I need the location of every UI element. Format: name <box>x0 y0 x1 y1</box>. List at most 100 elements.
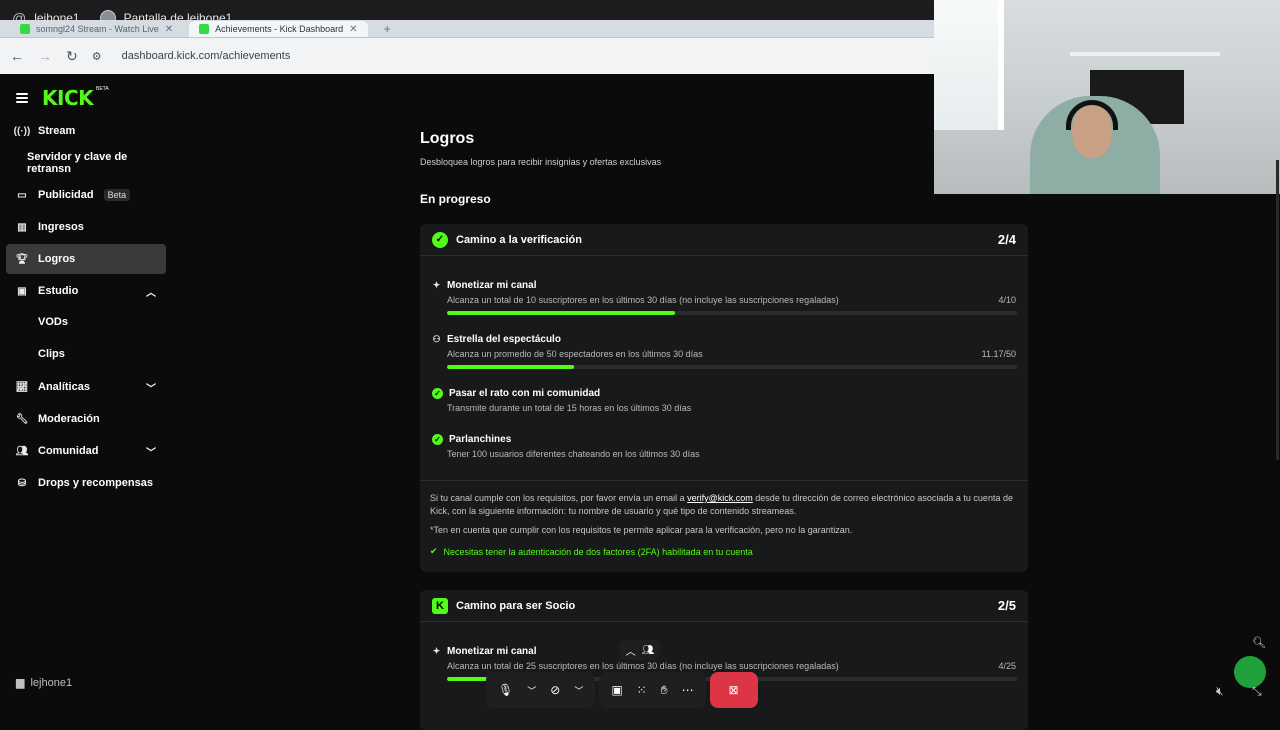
kick-logo[interactable]: KICK <box>42 86 94 110</box>
url-bar: ← → ↻ ⚙ dashboard.kick.com/achievements <box>0 38 934 74</box>
site-info-icon[interactable]: ⚙ <box>92 50 102 63</box>
shrink-icon[interactable]: ⤡ <box>1252 684 1262 699</box>
more-icon[interactable]: ⋯ <box>682 683 694 697</box>
progress-fill <box>447 311 675 315</box>
sidebar-item-achievements[interactable]: 🏆︎ Logros <box>6 244 166 274</box>
apps-icon[interactable]: ⁙ <box>637 683 647 697</box>
tab-label: somngl24 Stream - Watch Live <box>36 24 159 34</box>
achievement-progress: 11.17/50 <box>981 349 1016 359</box>
verify-email-link[interactable]: verify@kick.com <box>687 493 753 503</box>
tab-achievements[interactable]: Achievements - Kick Dashboard ✕ <box>189 21 368 37</box>
beta-badge: Beta <box>103 189 131 201</box>
chevron-down-icon[interactable]: ﹀ <box>574 684 583 697</box>
tab-strip: somngl24 Stream - Watch Live ✕ Achieveme… <box>0 20 934 38</box>
sparkle-icon: ✦ <box>432 646 441 656</box>
sidebar-item-community[interactable]: 👥︎ Comunidad ﹀ <box>6 436 166 466</box>
screen-share-icon[interactable]: ▣ <box>611 683 622 697</box>
broadcast-icon: ((·)) <box>13 125 31 137</box>
achievement-title: Estrella del espectáculo <box>447 334 561 345</box>
sidebar-item-label: Comunidad <box>38 445 99 457</box>
sidebar-item-label: Logros <box>38 253 76 265</box>
sidebar-item-vods[interactable]: VODs <box>38 316 68 328</box>
card-verification: ✓ Camino a la verificación 2/4 ✦ Monetiza… <box>420 224 1028 572</box>
sidebar-user[interactable]: ▆ lejhone1 <box>16 676 72 690</box>
sidebar-item-studio[interactable]: ▣ Estudio ︿ <box>6 276 166 306</box>
achievement-item: ✓ Pasar el rato con mi comunidad Transmit… <box>432 388 1016 413</box>
webcam-shelf <box>1070 52 1220 56</box>
sidebar-item-drops[interactable]: ⛁ Drops y recompensas <box>6 468 166 498</box>
wrench-icon: 🔧︎ <box>15 413 29 425</box>
close-icon[interactable]: ✕ <box>165 24 173 35</box>
sidebar-item-ads[interactable]: ▭ Publicidad Beta <box>6 180 166 210</box>
chevron-down-icon[interactable]: ﹀ <box>146 444 156 459</box>
speaker-muted-icon[interactable]: 🔇︎ <box>1216 684 1224 699</box>
achievement-title: Monetizar mi canal <box>447 646 537 657</box>
chevron-up-icon: ︿ <box>625 646 636 658</box>
address-field[interactable]: dashboard.kick.com/achievements <box>122 50 291 62</box>
reload-icon[interactable]: ↻ <box>66 48 78 65</box>
people-icon: 👥︎ <box>641 644 655 656</box>
sidebar-item-server-key[interactable]: Servidor y clave de retransn <box>6 148 166 178</box>
chevron-up-icon[interactable]: ︿ <box>146 284 156 299</box>
participants-toggle[interactable]: ︿ 👥︎ <box>620 640 660 660</box>
achievement-title: Monetizar mi canal <box>447 280 537 291</box>
sparkle-icon: ✦ <box>432 280 441 290</box>
sidebar-item-revenue[interactable]: ▥ Ingresos <box>6 212 166 242</box>
verification-note: Si tu canal cumple con los requisitos, p… <box>430 492 1020 518</box>
reactions-icon[interactable]: ✋︎ <box>661 683 668 698</box>
twofa-text: Necesitas tener la autenticación de dos … <box>443 546 753 557</box>
card-title: Camino a la verificación <box>456 233 582 246</box>
chevron-down-icon[interactable]: ﹀ <box>527 684 536 697</box>
tab-stream[interactable]: somngl24 Stream - Watch Live ✕ <box>10 21 183 37</box>
trophy-icon: 🏆︎ <box>15 253 29 265</box>
achievement-title: Pasar el rato con mi comunidad <box>449 388 601 399</box>
achievement-desc: Alcanza un total de 10 suscriptores en l… <box>447 295 839 305</box>
user-icon: ▆ <box>16 677 25 689</box>
sidebar-item-label: Estudio <box>38 285 79 297</box>
sidebar-item-label: Servidor y clave de retransn <box>27 151 128 175</box>
achievement-title: Parlanchines <box>449 434 512 445</box>
zoom-icon[interactable]: 🔍︎ <box>1252 636 1266 649</box>
tools-controls: ▣ ⁙ ✋︎ ⋯ <box>599 672 706 708</box>
card-count: 2/4 <box>997 232 1016 247</box>
check-icon: ✔ <box>430 546 438 556</box>
progress-bar <box>447 365 1017 369</box>
forward-arrow-icon[interactable]: → <box>38 48 52 64</box>
achievement-desc: Alcanza un total de 25 suscriptores en l… <box>447 661 839 671</box>
verified-badge-icon: ✓ <box>432 231 448 248</box>
camera-off-icon[interactable]: ⊘ <box>550 683 560 697</box>
plus-icon: + <box>383 22 391 36</box>
sidebar-item-label: Analíticas <box>38 381 90 393</box>
webcam-window <box>934 0 1004 130</box>
sidebar-item-label: Moderación <box>38 413 100 425</box>
menu-icon[interactable] <box>16 93 28 103</box>
sidebar-item-label: Ingresos <box>38 221 84 233</box>
close-icon[interactable]: ✕ <box>349 24 357 35</box>
back-arrow-icon[interactable]: ← <box>10 48 24 64</box>
ads-icon: ▭ <box>17 189 27 201</box>
sidebar-item-clips[interactable]: Clips <box>38 348 65 360</box>
studio-icon: ▣ <box>17 285 27 297</box>
card-partner: K Camino para ser Socio 2/5 ✦ Monetizar m… <box>420 590 1028 730</box>
new-tab-button[interactable]: + <box>374 21 401 37</box>
revenue-icon: ▥ <box>17 221 27 233</box>
note-text: Si tu canal cumple con los requisitos, p… <box>430 493 688 503</box>
microphone-icon[interactable]: 🎙︎ <box>498 683 513 697</box>
sidebar-item-label: Drops y recompensas <box>38 477 153 489</box>
card-header: ✓ Camino a la verificación 2/4 <box>420 224 1028 256</box>
page-subtitle: Desbloquea logros para recibir insignias… <box>420 157 662 167</box>
viewers-icon: ⚇ <box>432 334 441 344</box>
sidebar-item-stream[interactable]: ((·)) Stream <box>6 116 166 146</box>
kick-k-icon: K <box>432 597 448 614</box>
chevron-down-icon[interactable]: ﹀ <box>146 380 156 395</box>
scrollbar[interactable] <box>1276 160 1279 460</box>
achievement-progress: 4/25 <box>998 661 1016 671</box>
disclaimer: *Ten en cuenta que cumplir con los requi… <box>430 525 853 535</box>
stop-share-button[interactable]: ⊠ <box>709 672 758 708</box>
achievement-item: ✓ Parlanchines Tener 100 usuarios diferen… <box>432 434 1016 459</box>
community-icon: 👥︎ <box>15 445 29 457</box>
sidebar-item-moderation[interactable]: 🔧︎ Moderación <box>6 404 166 434</box>
sidebar-item-analytics[interactable]: 📈︎ Analíticas ﹀ <box>6 372 166 402</box>
achievement-item: ⚇ Estrella del espectáculo Alcanza un pro… <box>432 334 1017 369</box>
sidebar-item-label: Publicidad <box>38 189 94 201</box>
